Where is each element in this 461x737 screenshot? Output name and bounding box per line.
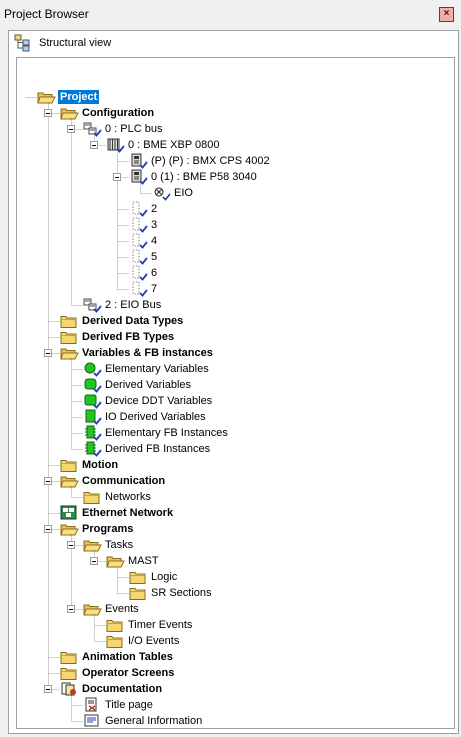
folder-open-icon — [106, 553, 126, 569]
tree-node-label: Variables & FB instances — [82, 347, 213, 359]
tree-node-label: Derived FB Instances — [105, 443, 211, 455]
tree-node-label: (P) (P) : BMX CPS 4002 — [151, 155, 270, 167]
folder-open-icon — [37, 89, 57, 105]
tree-node-label: 7 — [151, 283, 158, 295]
tree-node-label: Derived Data Types — [82, 315, 184, 327]
collapse-toggle[interactable] — [44, 349, 52, 357]
tree-node-label: Elementary FB Instances — [105, 427, 228, 439]
tree-node-label: MAST — [128, 555, 159, 567]
folder-open-icon — [83, 537, 103, 553]
collapse-toggle[interactable] — [90, 557, 98, 565]
tree-node-label: Communication — [82, 475, 166, 487]
folder-open-icon — [83, 601, 103, 617]
folder-icon — [60, 329, 80, 345]
title-bar: Project Browser × — [0, 0, 461, 28]
tree-node-label: SR Sections — [151, 587, 212, 599]
tree-node-label: 3 — [151, 219, 158, 231]
ethernet-network-icon — [60, 505, 80, 521]
tree-node-label: Events — [105, 603, 139, 615]
empty-slot-icon — [129, 233, 149, 249]
collapse-toggle[interactable] — [67, 605, 75, 613]
elementary-variable-icon — [83, 361, 103, 377]
project-browser-panel: Structural view Project Configuration 0 : … — [8, 30, 459, 734]
close-button[interactable]: × — [439, 7, 454, 22]
structural-view-label: Structural view — [39, 37, 112, 49]
tree-node-label: 6 — [151, 267, 158, 279]
folder-icon — [106, 617, 126, 633]
fb-instance-icon — [83, 425, 103, 441]
tree-node-label: Ethernet Network — [82, 507, 174, 519]
general-info-icon — [83, 713, 103, 729]
structural-view-icon — [13, 34, 33, 52]
empty-slot-icon — [129, 265, 149, 281]
tree-node-label: 2 — [151, 203, 158, 215]
folder-open-icon — [60, 345, 80, 361]
tree-node-label: 0 : PLC bus — [105, 123, 163, 135]
collapse-toggle[interactable] — [44, 525, 52, 533]
tree-node-label: 5 — [151, 251, 158, 263]
collapse-toggle[interactable] — [67, 125, 75, 133]
empty-slot-icon — [129, 281, 149, 297]
tree-node-label: Elementary Variables — [105, 363, 209, 375]
folder-open-icon — [60, 521, 80, 537]
tree-node-label: 2 : EIO Bus — [105, 299, 162, 311]
folder-icon — [129, 569, 149, 585]
folder-icon — [60, 649, 80, 665]
folder-icon — [60, 665, 80, 681]
collapse-toggle[interactable] — [67, 541, 75, 549]
tree-node-label: Programs — [82, 523, 134, 535]
tree-node-label: Networks — [105, 491, 151, 503]
module-icon — [129, 169, 149, 185]
tree-node-label: Animation Tables — [82, 651, 173, 663]
folder-open-icon — [60, 473, 80, 489]
device-ddt-icon — [83, 393, 103, 409]
tree-node-label: Derived Variables — [105, 379, 192, 391]
io-derived-icon — [83, 409, 103, 425]
folder-open-icon — [60, 105, 80, 121]
collapse-toggle[interactable] — [113, 173, 121, 181]
folder-icon — [129, 585, 149, 601]
tree-node-label: 4 — [151, 235, 158, 247]
project-tree[interactable]: Project Configuration 0 : PLC bus 0 : BME X… — [16, 57, 455, 729]
plc-bus-icon — [83, 297, 103, 313]
tree-node-label: General Information — [105, 715, 203, 727]
tree-node-label: EIO — [174, 187, 193, 199]
tree-node-label: IO Derived Variables — [105, 411, 206, 423]
rack-icon — [106, 137, 126, 153]
tree-node-label: Documentation — [82, 683, 163, 695]
empty-slot-icon — [129, 201, 149, 217]
empty-slot-icon — [129, 249, 149, 265]
window-title: Project Browser — [4, 7, 89, 21]
empty-slot-icon — [129, 217, 149, 233]
tree-node-label: 0 (1) : BME P58 3040 — [151, 171, 257, 183]
collapse-toggle[interactable] — [44, 685, 52, 693]
tree-node-label: Configuration — [82, 107, 155, 119]
folder-icon — [60, 457, 80, 473]
eio-icon — [152, 185, 172, 201]
tree-node-label: Motion — [82, 459, 119, 471]
collapse-toggle[interactable] — [90, 141, 98, 149]
tree-node-label: I/O Events — [128, 635, 180, 647]
fb-instance-icon — [83, 441, 103, 457]
plc-bus-icon — [83, 121, 103, 137]
tree-node-label: Derived FB Types — [82, 331, 175, 343]
tree-node-label: Operator Screens — [82, 667, 175, 679]
collapse-toggle[interactable] — [44, 109, 52, 117]
tree-node-label: 0 : BME XBP 0800 — [128, 139, 220, 151]
module-icon — [129, 153, 149, 169]
collapse-toggle[interactable] — [44, 477, 52, 485]
folder-icon — [60, 313, 80, 329]
tree-node-label: Project — [58, 90, 100, 104]
title-page-icon — [83, 697, 103, 713]
folder-icon — [106, 633, 126, 649]
tree-node-label: Title page — [105, 699, 153, 711]
tree-node-label: Logic — [151, 571, 178, 583]
documentation-icon — [60, 681, 80, 697]
tree-node-label: Tasks — [105, 539, 134, 551]
folder-icon — [83, 489, 103, 505]
tree-node-label: Device DDT Variables — [105, 395, 213, 407]
tree-node-label: Timer Events — [128, 619, 193, 631]
derived-variable-icon — [83, 377, 103, 393]
